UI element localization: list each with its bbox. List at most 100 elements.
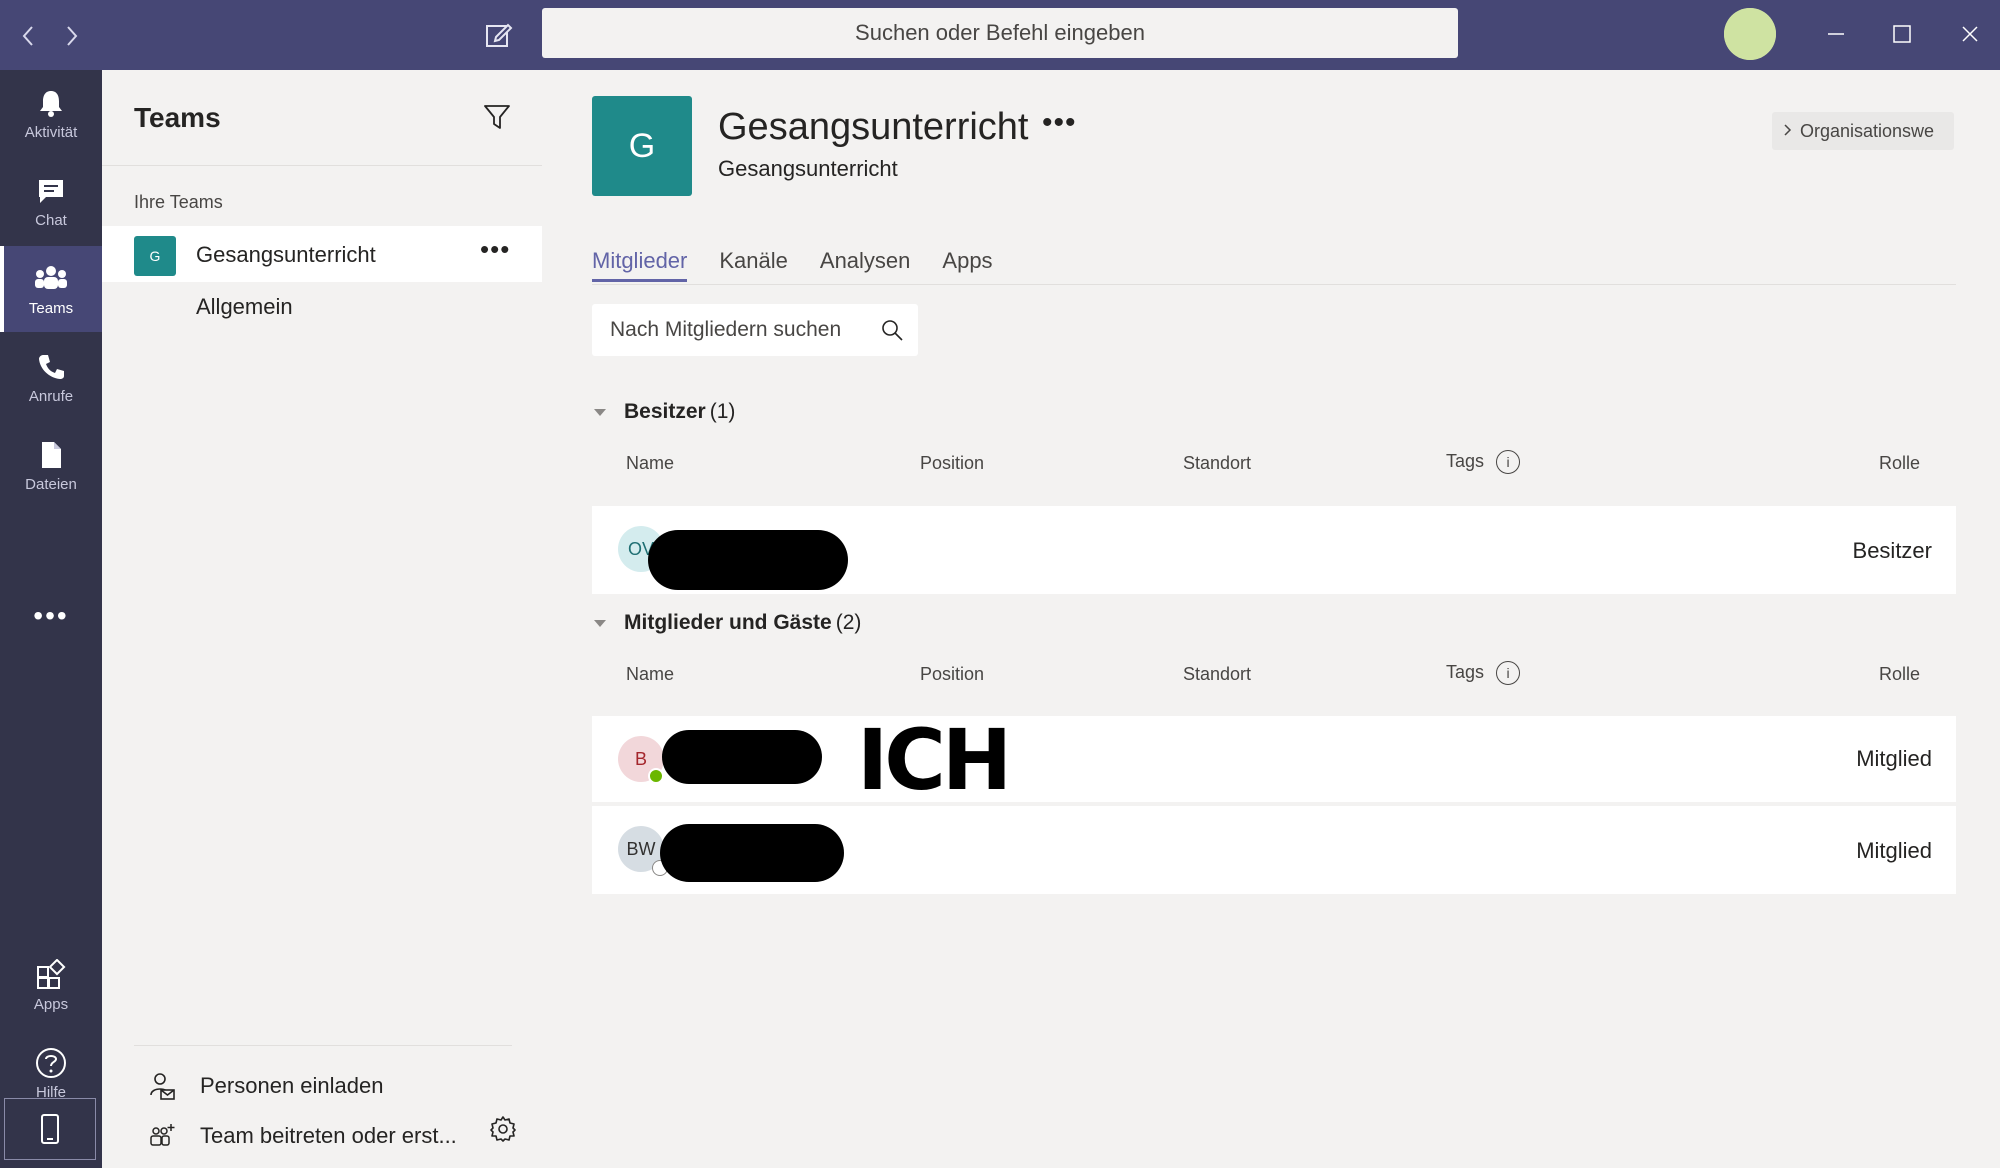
member-search-placeholder: Nach Mitgliedern suchen <box>610 318 842 341</box>
mobile-device-icon[interactable] <box>4 1098 96 1160</box>
owners-group-count: (1) <box>709 400 736 423</box>
team-avatar: G <box>592 96 692 196</box>
rail-label-dateien: Dateien <box>25 475 77 493</box>
col-header-standort[interactable]: Standort <box>1183 453 1251 474</box>
member-row-bw[interactable]: BW Mitglied <box>592 806 1956 894</box>
team-title-more-icon[interactable]: ••• <box>1042 106 1077 140</box>
chat-icon <box>34 174 68 208</box>
bell-icon <box>34 86 68 120</box>
invite-people-icon <box>146 1070 178 1102</box>
col-header-position[interactable]: Position <box>920 664 984 685</box>
member-row-owner[interactable]: OV Besitzer <box>592 506 1956 594</box>
member-search-input[interactable]: Nach Mitgliedern suchen <box>592 304 918 356</box>
invite-people-label: Personen einladen <box>200 1073 384 1098</box>
col-header-rolle[interactable]: Rolle <box>1879 453 1920 474</box>
info-icon[interactable]: i <box>1496 661 1521 685</box>
col-header-name[interactable]: Name <box>626 453 674 474</box>
team-item-gesangsunterricht[interactable]: G Gesangsunterricht ••• <box>102 226 542 282</box>
team-name: Gesangsunterricht <box>196 242 376 267</box>
command-search-placeholder: Suchen oder Befehl eingeben <box>855 20 1145 45</box>
team-more-icon[interactable]: ••• <box>480 234 510 265</box>
team-subtitle: Gesangsunterricht <box>718 156 898 181</box>
main-content: G Gesangsunterricht ••• Gesangsunterrich… <box>542 70 2000 1168</box>
owners-group-header[interactable]: Besitzer (1) <box>592 400 735 424</box>
app-rail: Aktivität Chat Teams Anrufe Dateien ••• … <box>0 70 102 1168</box>
apps-icon <box>34 958 68 992</box>
invite-people-link[interactable]: Personen einladen <box>146 1070 383 1102</box>
back-arrow-icon[interactable] <box>10 18 46 54</box>
rail-label-teams: Teams <box>28 299 74 317</box>
owners-group-title: Besitzer <box>624 400 706 423</box>
rail-item-aktivitaet[interactable]: Aktivität <box>0 70 102 156</box>
rail-item-dateien[interactable]: Dateien <box>0 422 102 508</box>
help-icon <box>34 1046 68 1080</box>
panel-title: Teams <box>134 102 221 133</box>
redacted-name <box>660 824 844 882</box>
members-group-title: Mitglieder und Gäste <box>624 611 832 634</box>
col-header-position[interactable]: Position <box>920 453 984 474</box>
search-icon <box>880 318 904 342</box>
rail-label-anrufe: Anrufe <box>28 387 74 405</box>
rail-label-aktivitaet: Aktivität <box>24 123 78 141</box>
rail-item-teams[interactable]: Teams <box>0 246 102 332</box>
compose-icon[interactable] <box>478 15 518 55</box>
rail-item-apps[interactable]: Apps <box>0 942 102 1028</box>
tab-mitglieder[interactable]: Mitglieder <box>592 248 688 282</box>
tab-kanaele[interactable]: Kanäle <box>719 248 788 282</box>
col-header-tags-label: Tags <box>1446 661 1485 682</box>
join-team-link[interactable]: Team beitreten oder erst... <box>146 1120 457 1152</box>
gear-icon[interactable] <box>488 1114 520 1146</box>
collapse-caret-icon <box>594 408 606 416</box>
command-search-input[interactable]: Suchen oder Befehl eingeben <box>542 8 1458 58</box>
close-icon[interactable] <box>1950 14 1990 54</box>
presence-available-icon <box>1724 8 1776 60</box>
member-role: Mitglied <box>1856 838 1932 863</box>
rail-item-anrufe[interactable]: Anrufe <box>0 334 102 420</box>
redacted-name <box>662 730 822 784</box>
filter-icon[interactable] <box>482 102 516 136</box>
teams-icon <box>34 262 68 296</box>
tab-analysen[interactable]: Analysen <box>820 248 911 282</box>
chevron-right-icon <box>1782 121 1794 142</box>
tabs-divider <box>592 284 1956 285</box>
rail-label-chat: Chat <box>35 211 67 229</box>
channel-item-allgemein[interactable]: Allgemein <box>196 294 293 320</box>
org-wide-label: Organisationswe <box>1800 120 1935 141</box>
rail-label-apps: Apps <box>33 995 69 1013</box>
presence-available-icon <box>648 768 664 784</box>
members-group-count: (2) <box>835 611 862 634</box>
rail-more-icon[interactable]: ••• <box>0 600 102 632</box>
rail-item-chat[interactable]: Chat <box>0 158 102 244</box>
member-role: Besitzer <box>1852 538 1932 563</box>
col-header-tags-label: Tags <box>1446 450 1485 471</box>
join-team-label: Team beitreten oder erst... <box>200 1123 457 1148</box>
phone-icon <box>34 350 68 384</box>
team-title: Gesangsunterricht <box>718 106 1029 148</box>
col-header-rolle[interactable]: Rolle <box>1879 664 1920 685</box>
members-group-header[interactable]: Mitglieder und Gäste (2) <box>592 611 861 635</box>
collapse-caret-icon <box>594 619 606 627</box>
tab-apps[interactable]: Apps <box>942 248 992 282</box>
minimize-icon[interactable] <box>1816 14 1856 54</box>
org-wide-button[interactable]: Organisationswe <box>1772 112 1954 150</box>
col-header-name[interactable]: Name <box>626 664 674 685</box>
info-icon[interactable]: i <box>1496 450 1521 474</box>
panel-divider <box>134 1045 512 1046</box>
member-role: Mitglied <box>1856 746 1932 771</box>
tab-bar: Mitglieder Kanäle Analysen Apps <box>592 248 993 282</box>
team-tile: G <box>134 236 176 276</box>
section-label-ihre-teams: Ihre Teams <box>134 192 223 212</box>
col-header-tags[interactable]: Tags i <box>1446 661 1521 685</box>
redacted-name <box>648 530 848 590</box>
file-icon <box>34 438 68 472</box>
col-header-tags[interactable]: Tags i <box>1446 450 1521 474</box>
panel-header: Teams <box>102 70 542 166</box>
forward-arrow-icon[interactable] <box>54 18 90 54</box>
maximize-icon[interactable] <box>1882 14 1922 54</box>
col-header-standort[interactable]: Standort <box>1183 664 1251 685</box>
handwritten-annotation: ICH <box>857 711 1012 809</box>
member-row-b[interactable]: B ICH Mitglied <box>592 716 1956 802</box>
join-team-icon <box>146 1120 178 1152</box>
title-bar: Suchen oder Befehl eingeben <box>0 0 2000 70</box>
teams-panel: Teams Ihre Teams G Gesangsunterricht •••… <box>102 70 542 1168</box>
